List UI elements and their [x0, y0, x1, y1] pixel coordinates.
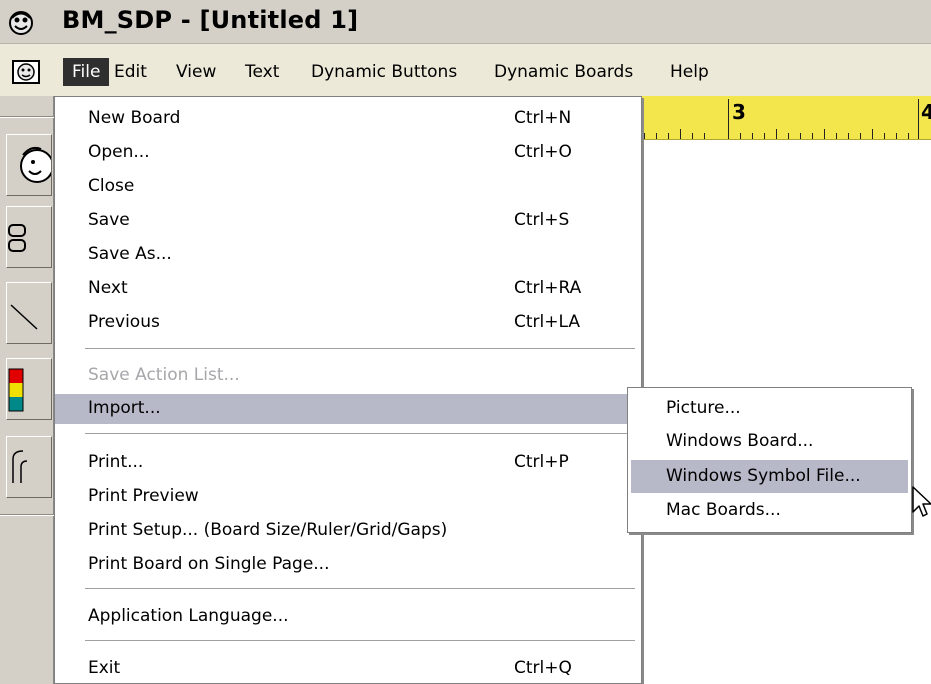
corner-tool-button[interactable]	[6, 436, 52, 498]
menu-edit[interactable]: Edit	[114, 62, 147, 82]
button-tool-button[interactable]	[6, 206, 52, 268]
menu-separator	[85, 640, 635, 642]
menu-item-print-single-page[interactable]: Print Board on Single Page...	[55, 550, 641, 580]
file-menu: New Board Ctrl+N Open... Ctrl+O Close Sa…	[54, 96, 642, 684]
menu-text[interactable]: Text	[245, 62, 279, 82]
menu-item-save[interactable]: Save Ctrl+S	[55, 206, 641, 236]
menu-item-close[interactable]: Close	[55, 172, 641, 202]
mouse-cursor-icon	[912, 486, 931, 517]
menu-view[interactable]: View	[176, 62, 216, 82]
menu-help[interactable]: Help	[670, 62, 709, 82]
button-tool-icon	[8, 224, 26, 252]
horizontal-ruler: 3 4	[630, 96, 931, 140]
menu-file[interactable]: File	[63, 58, 110, 86]
menu-item-print-setup[interactable]: Print Setup... (Board Size/Ruler/Grid/Ga…	[55, 516, 641, 546]
color-palette-button[interactable]	[6, 358, 52, 420]
face-tool-button[interactable]	[6, 134, 52, 196]
menu-dynamic-boards[interactable]: Dynamic Boards	[494, 62, 633, 82]
menu-item-import[interactable]: Import...	[55, 394, 641, 424]
submenu-item-windows-symbol-file[interactable]: Windows Symbol File...	[631, 460, 908, 493]
color-palette-icon	[8, 368, 24, 412]
menu-dynamic-buttons[interactable]: Dynamic Buttons	[311, 62, 457, 82]
menu-item-open[interactable]: Open... Ctrl+O	[55, 138, 641, 168]
left-toolbar	[0, 96, 54, 684]
menu-item-save-as[interactable]: Save As...	[55, 240, 641, 270]
ruler-label: 4	[921, 100, 931, 124]
menu-item-print[interactable]: Print... Ctrl+P	[55, 448, 641, 478]
menu-item-application-language[interactable]: Application Language...	[55, 602, 641, 632]
menu-bar: File Edit View Text Dynamic Buttons Dyna…	[0, 44, 931, 96]
menu-separator	[85, 433, 635, 435]
ruler-label: 3	[732, 100, 746, 124]
line-tool-button[interactable]	[6, 282, 52, 344]
face-tool-icon	[20, 146, 51, 183]
menu-item-exit[interactable]: Exit Ctrl+Q	[55, 654, 641, 684]
toolbar-separator	[0, 514, 54, 516]
menu-separator	[85, 348, 635, 350]
submenu-item-mac-boards[interactable]: Mac Boards...	[631, 494, 908, 527]
menu-item-next[interactable]: Next Ctrl+RA	[55, 274, 641, 304]
submenu-item-windows-board[interactable]: Windows Board...	[631, 425, 908, 458]
menu-item-save-action-list: Save Action List...	[88, 365, 240, 385]
menu-item-previous[interactable]: Previous Ctrl+LA	[55, 308, 641, 338]
title-bar: BM_SDP - [Untitled 1]	[0, 0, 931, 44]
window-title: BM_SDP - [Untitled 1]	[62, 6, 359, 34]
app-face-icon	[9, 11, 33, 35]
menu-item-new-board[interactable]: New Board Ctrl+N	[55, 104, 641, 134]
toolbar-separator	[0, 116, 54, 118]
menu-item-print-preview[interactable]: Print Preview	[55, 482, 641, 512]
line-tool-icon	[10, 304, 38, 330]
submenu-item-picture[interactable]: Picture...	[631, 392, 908, 425]
document-face-icon[interactable]	[12, 60, 40, 84]
import-submenu: Picture... Windows Board... Windows Symb…	[627, 387, 912, 533]
menu-separator	[85, 588, 635, 590]
corner-tool-icon	[12, 450, 28, 483]
